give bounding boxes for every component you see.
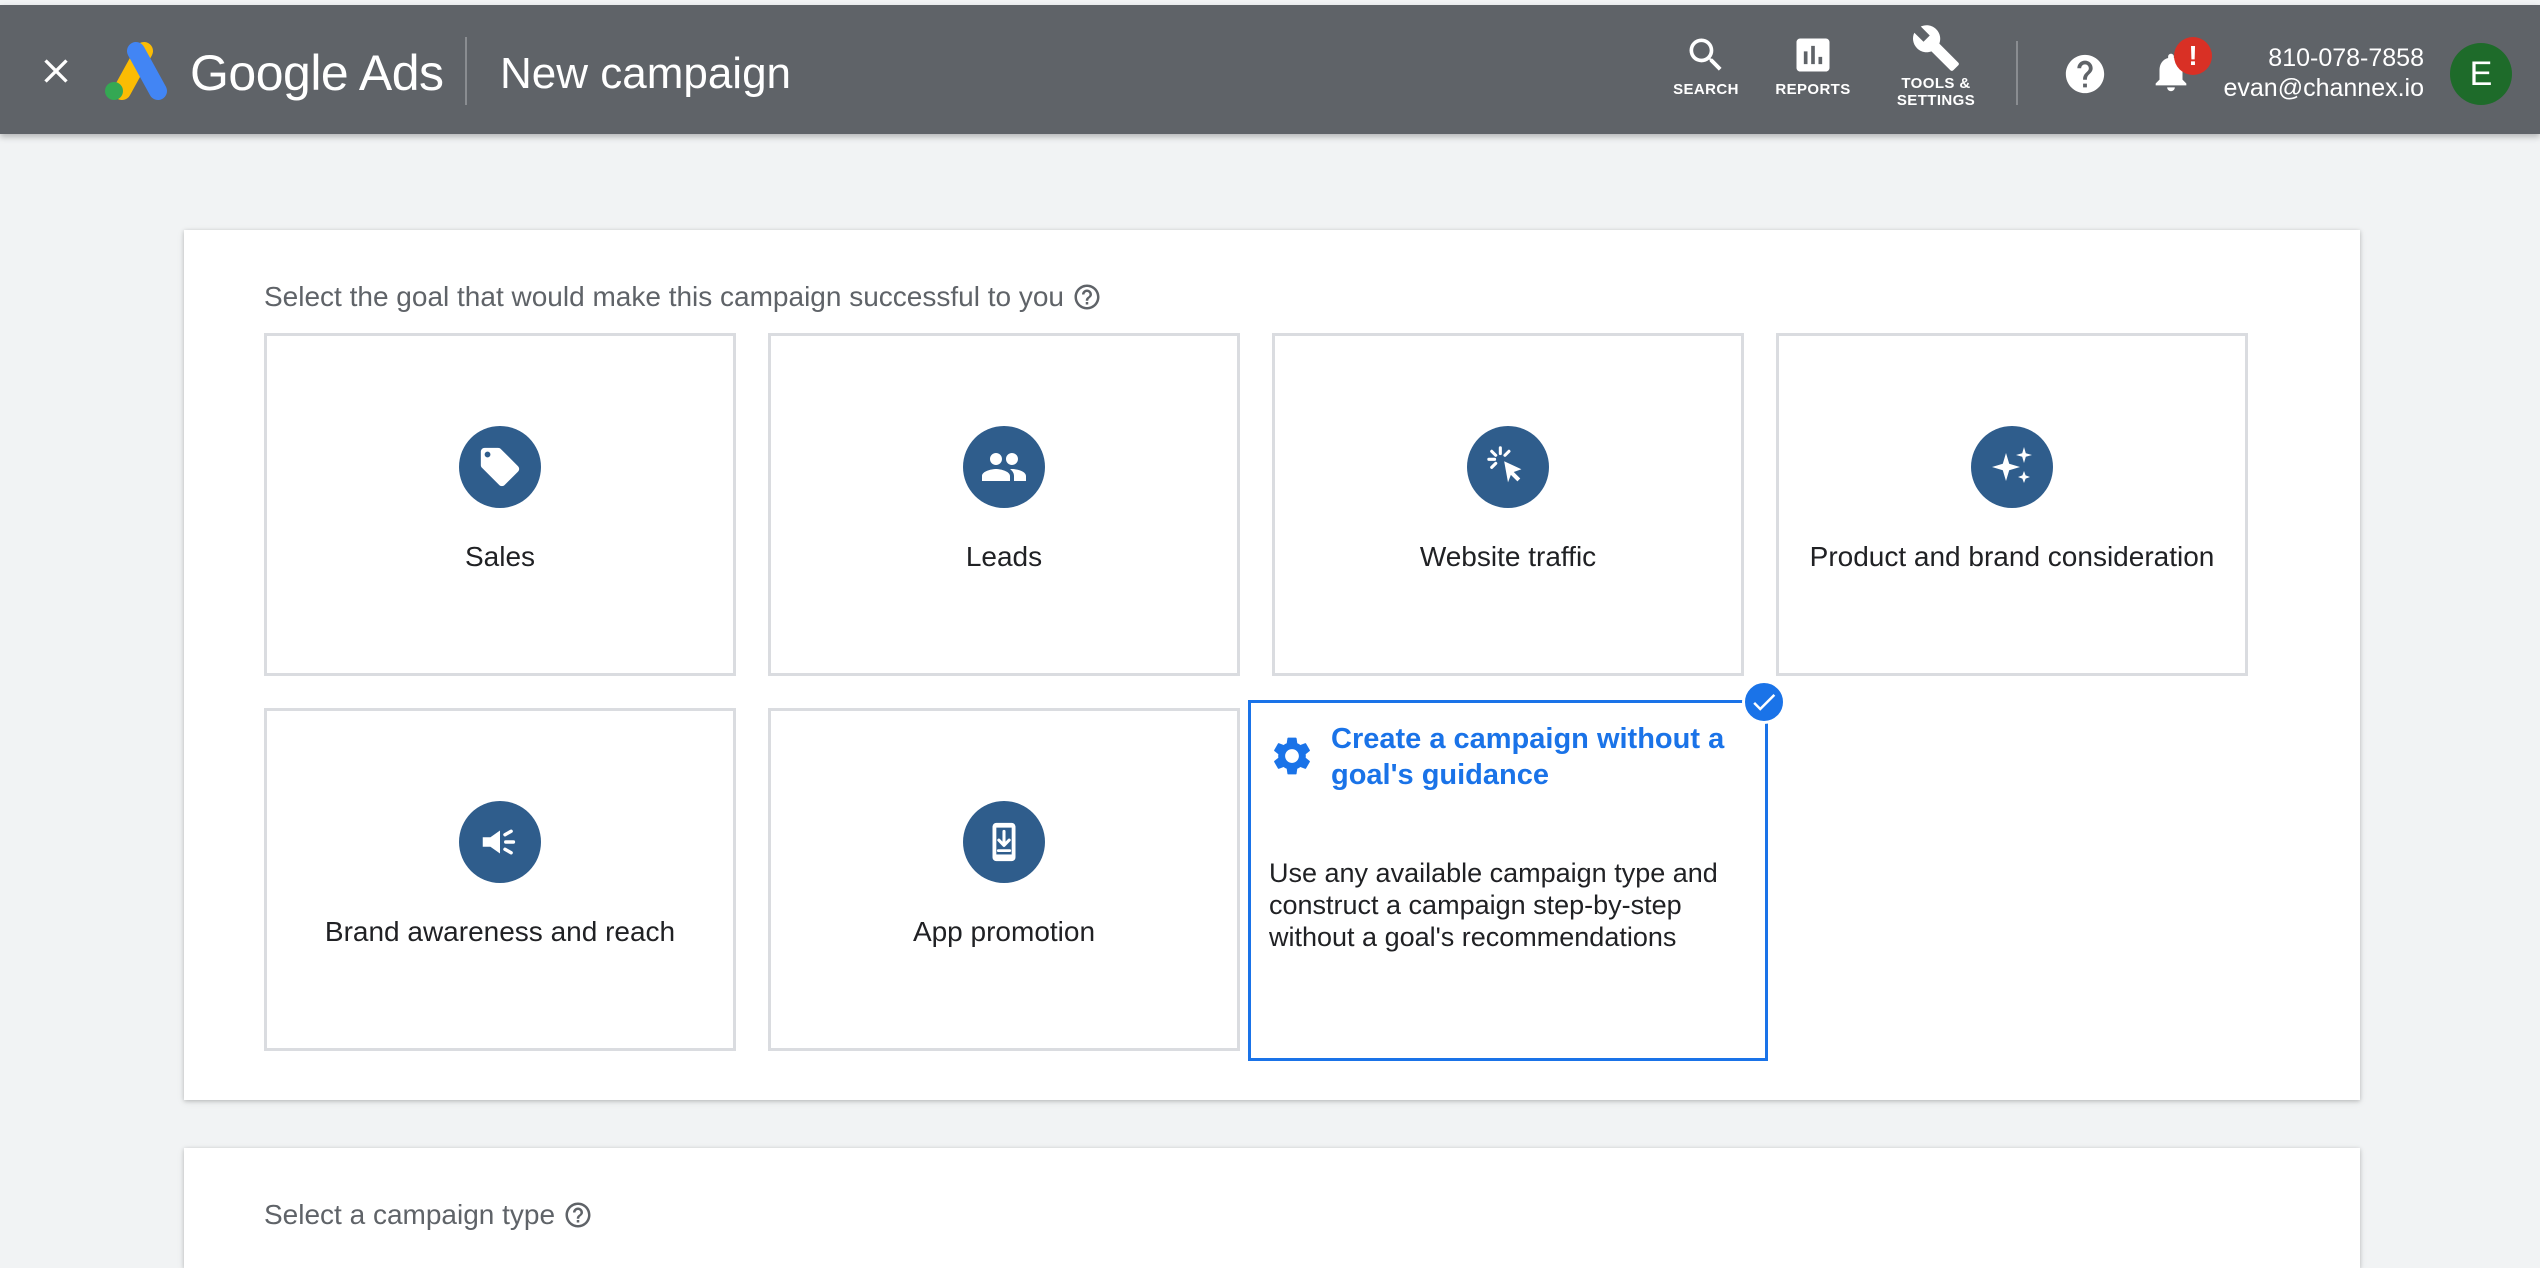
reports-icon (1796, 38, 1830, 72)
header-divider-right (2016, 41, 2018, 105)
sparkle-icon (1971, 426, 2053, 508)
people-icon (963, 426, 1045, 508)
account-phone: 810-078-7858 (2268, 44, 2424, 72)
help-outline-icon[interactable] (563, 1200, 593, 1230)
reports-label: REPORTS (1775, 81, 1851, 98)
reports-button[interactable]: REPORTS (1775, 33, 1851, 98)
account-info[interactable]: 810-078-7858 evan@channex.io (2223, 43, 2424, 103)
search-button[interactable]: SEARCH (1672, 33, 1740, 98)
search-label: SEARCH (1673, 81, 1739, 98)
goal-section-heading: Select the goal that would make this cam… (264, 280, 1102, 314)
help-outline-icon[interactable] (1072, 282, 1102, 312)
brand-name: Google Ads (190, 45, 444, 101)
goal-tile-app-promotion[interactable]: App promotion (768, 708, 1240, 1051)
gear-icon (1274, 737, 1310, 775)
close-icon[interactable] (36, 51, 76, 91)
selected-goal-title: Create a campaign without a goal's guida… (1331, 723, 1725, 791)
goal-selection-card: Select the goal that would make this cam… (184, 230, 2360, 1100)
page-title: New campaign (500, 49, 792, 98)
goal-tile-no-guidance-selected[interactable]: Create a campaign without a goal's guida… (1248, 700, 1768, 1061)
type-section-heading: Select a campaign type (264, 1198, 593, 1232)
help-icon[interactable] (2062, 51, 2108, 97)
type-heading-text: Select a campaign type (264, 1199, 556, 1230)
goal-label: Sales (464, 541, 536, 572)
wrench-icon (1912, 25, 1959, 71)
goal-label: Brand awareness and reach (324, 916, 676, 947)
selected-check-icon (1742, 680, 1786, 724)
header-divider (465, 37, 467, 105)
campaign-type-card: Select a campaign type (184, 1148, 2360, 1268)
megaphone-icon (459, 801, 541, 883)
avatar[interactable]: E (2450, 43, 2512, 105)
tag-icon (459, 426, 541, 508)
goal-tile-leads[interactable]: Leads (768, 333, 1240, 676)
notification-alert-badge: ! (2174, 37, 2212, 75)
google-ads-logo-icon (105, 42, 167, 100)
account-email: evan@channex.io (2223, 74, 2424, 102)
goal-label: App promotion (912, 916, 1096, 947)
goal-tile-website-traffic[interactable]: Website traffic (1272, 333, 1744, 676)
top-app-bar: Google Ads New campaign SEARCH REPORTS T… (0, 5, 2540, 134)
goal-label: Leads (965, 541, 1043, 572)
goal-tile-sales[interactable]: Sales (264, 333, 736, 676)
goal-label: Website traffic (1419, 541, 1597, 572)
phone-download-icon (963, 801, 1045, 883)
selected-goal-description: Use any available campaign type and cons… (1269, 858, 1718, 952)
tools-settings-button[interactable]: TOOLS & SETTINGS (1890, 23, 1982, 109)
goal-label: Product and brand consideration (1809, 541, 2215, 572)
goal-tile-product-brand-consideration[interactable]: Product and brand consideration (1776, 333, 2248, 676)
goal-heading-text: Select the goal that would make this cam… (264, 281, 1064, 312)
cursor-click-icon (1467, 426, 1549, 508)
tools-label-line1: TOOLS & (1901, 75, 1971, 92)
goal-tile-brand-awareness-reach[interactable]: Brand awareness and reach (264, 708, 736, 1051)
tools-label-line2: SETTINGS (1896, 92, 1976, 109)
search-icon (1689, 38, 1722, 71)
